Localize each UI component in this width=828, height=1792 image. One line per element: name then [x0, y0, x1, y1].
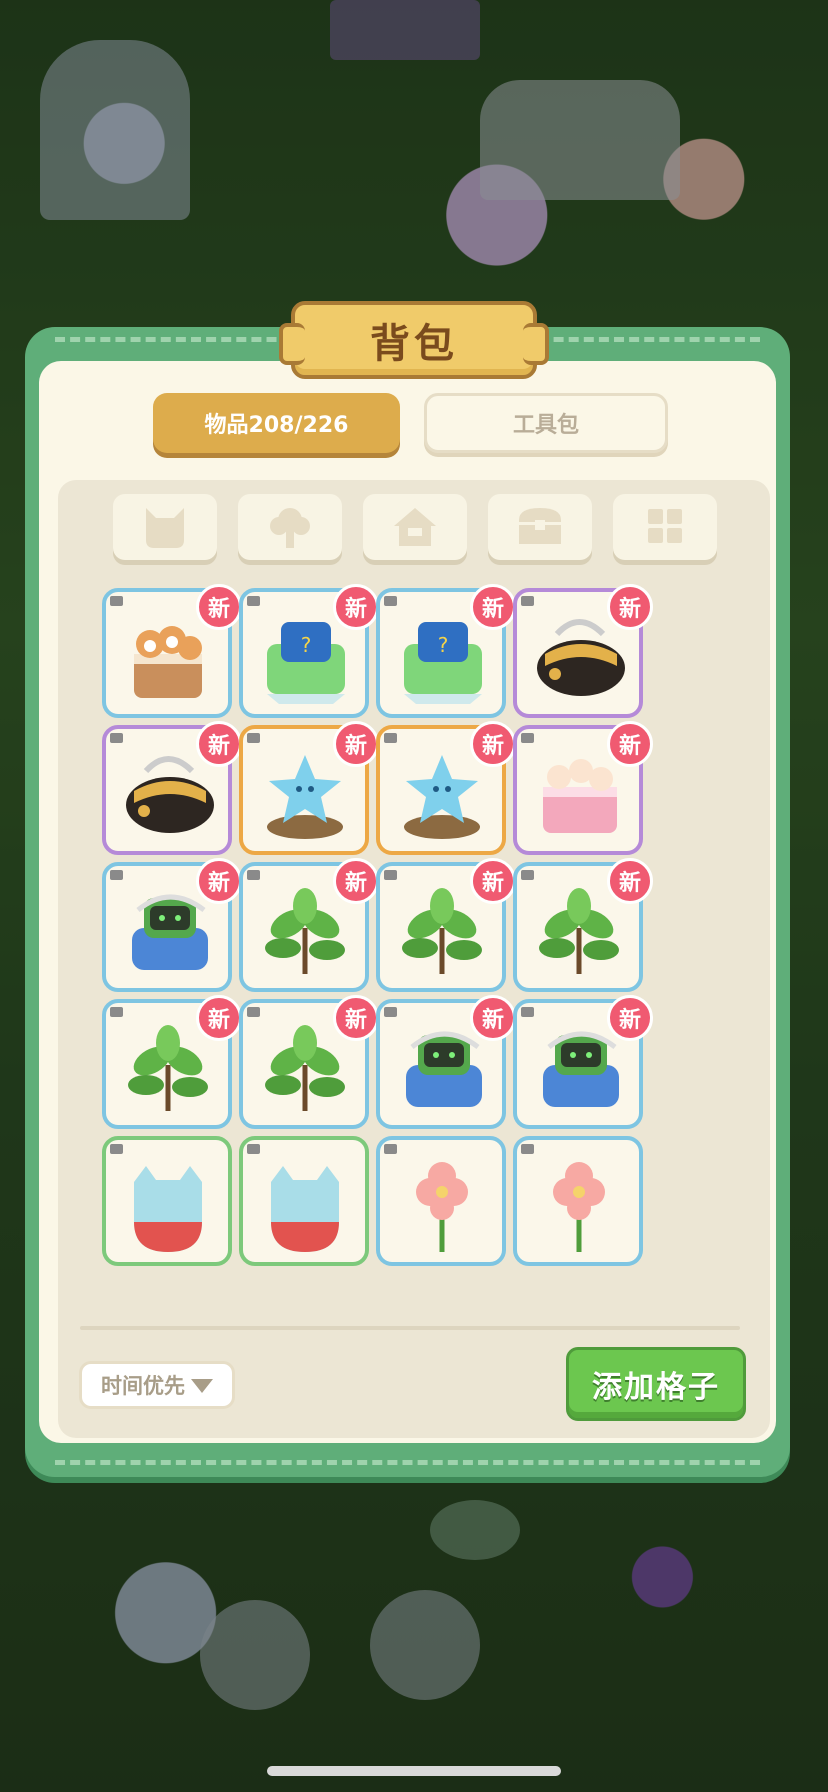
inventory-slot[interactable]: 新 [102, 584, 242, 718]
new-badge: 新 [607, 584, 653, 630]
inventory-slot[interactable]: 新 [513, 721, 653, 855]
sort-dropdown[interactable]: 时间优先 [79, 1361, 235, 1409]
new-badge: 新 [196, 858, 242, 904]
chevron-down-icon [191, 1379, 213, 1393]
tree-icon [270, 508, 310, 548]
inventory-slot[interactable]: 新 [239, 721, 379, 855]
category-cat-button[interactable] [113, 494, 217, 560]
home-indicator[interactable] [267, 1766, 561, 1776]
pink-flower-icon [553, 1162, 605, 1252]
inventory-slot[interactable]: 新 [376, 858, 516, 992]
inventory-slot[interactable]: 新 [513, 858, 653, 992]
new-badge: 新 [470, 995, 516, 1041]
cat-potion-icon [271, 1166, 339, 1252]
add-slot-button[interactable]: 添加格子 [566, 1347, 746, 1421]
category-house-button[interactable] [363, 494, 467, 560]
item-grid[interactable]: 新? 新? 新新新新新新新新新新新新新新 [58, 580, 770, 1304]
new-badge: 新 [196, 995, 242, 1041]
inventory-slot[interactable]: 新 [102, 721, 242, 855]
new-badge: 新 [607, 721, 653, 767]
svg-text:?: ? [301, 633, 312, 657]
inventory-slot[interactable] [239, 1136, 369, 1266]
title-banner: 背包 [279, 301, 549, 379]
tab-items[interactable]: 物品208/226 [153, 393, 400, 453]
panel-dash-bottom [55, 1460, 760, 1465]
new-badge: 新 [470, 721, 516, 767]
inventory-slot[interactable]: 新 [513, 584, 653, 718]
new-badge: 新 [607, 995, 653, 1041]
new-badge: 新 [196, 721, 242, 767]
sort-label: 时间优先 [101, 1374, 185, 1398]
inventory-slot[interactable]: 新 [102, 995, 242, 1129]
svg-text:?: ? [438, 633, 449, 657]
inventory-slot[interactable] [102, 1136, 232, 1266]
new-badge: 新 [196, 584, 242, 630]
inventory-slot[interactable]: 新 [376, 995, 516, 1129]
tab-tools[interactable]: 工具包 [424, 393, 668, 453]
inventory-slot[interactable]: 新 [102, 858, 242, 992]
house-icon [394, 508, 436, 546]
pink-flower-icon [416, 1162, 468, 1252]
inventory-slot[interactable]: ? 新 [376, 584, 516, 718]
category-tree-button[interactable] [238, 494, 342, 560]
inventory-slot[interactable]: 新 [239, 995, 379, 1129]
cat-icon [146, 508, 184, 548]
category-chest-button[interactable] [488, 494, 592, 560]
new-badge: 新 [470, 858, 516, 904]
inventory-slot[interactable] [513, 1136, 643, 1266]
new-badge: 新 [333, 584, 379, 630]
category-all-button[interactable] [613, 494, 717, 560]
inventory-slot[interactable] [376, 1136, 506, 1266]
new-badge: 新 [470, 584, 516, 630]
inventory-slot[interactable]: 新 [513, 995, 653, 1129]
footer-divider [80, 1326, 740, 1330]
new-badge: 新 [333, 721, 379, 767]
chest-icon [519, 508, 561, 544]
inventory-slot[interactable]: 新 [376, 721, 516, 855]
page-title: 背包 [370, 321, 458, 367]
grid-icon [648, 509, 682, 543]
inventory-slot[interactable]: ? 新 [239, 584, 379, 718]
new-badge: 新 [607, 858, 653, 904]
inventory-slot[interactable]: 新 [239, 858, 379, 992]
new-badge: 新 [333, 995, 379, 1041]
cat-potion-icon [134, 1166, 202, 1252]
new-badge: 新 [333, 858, 379, 904]
